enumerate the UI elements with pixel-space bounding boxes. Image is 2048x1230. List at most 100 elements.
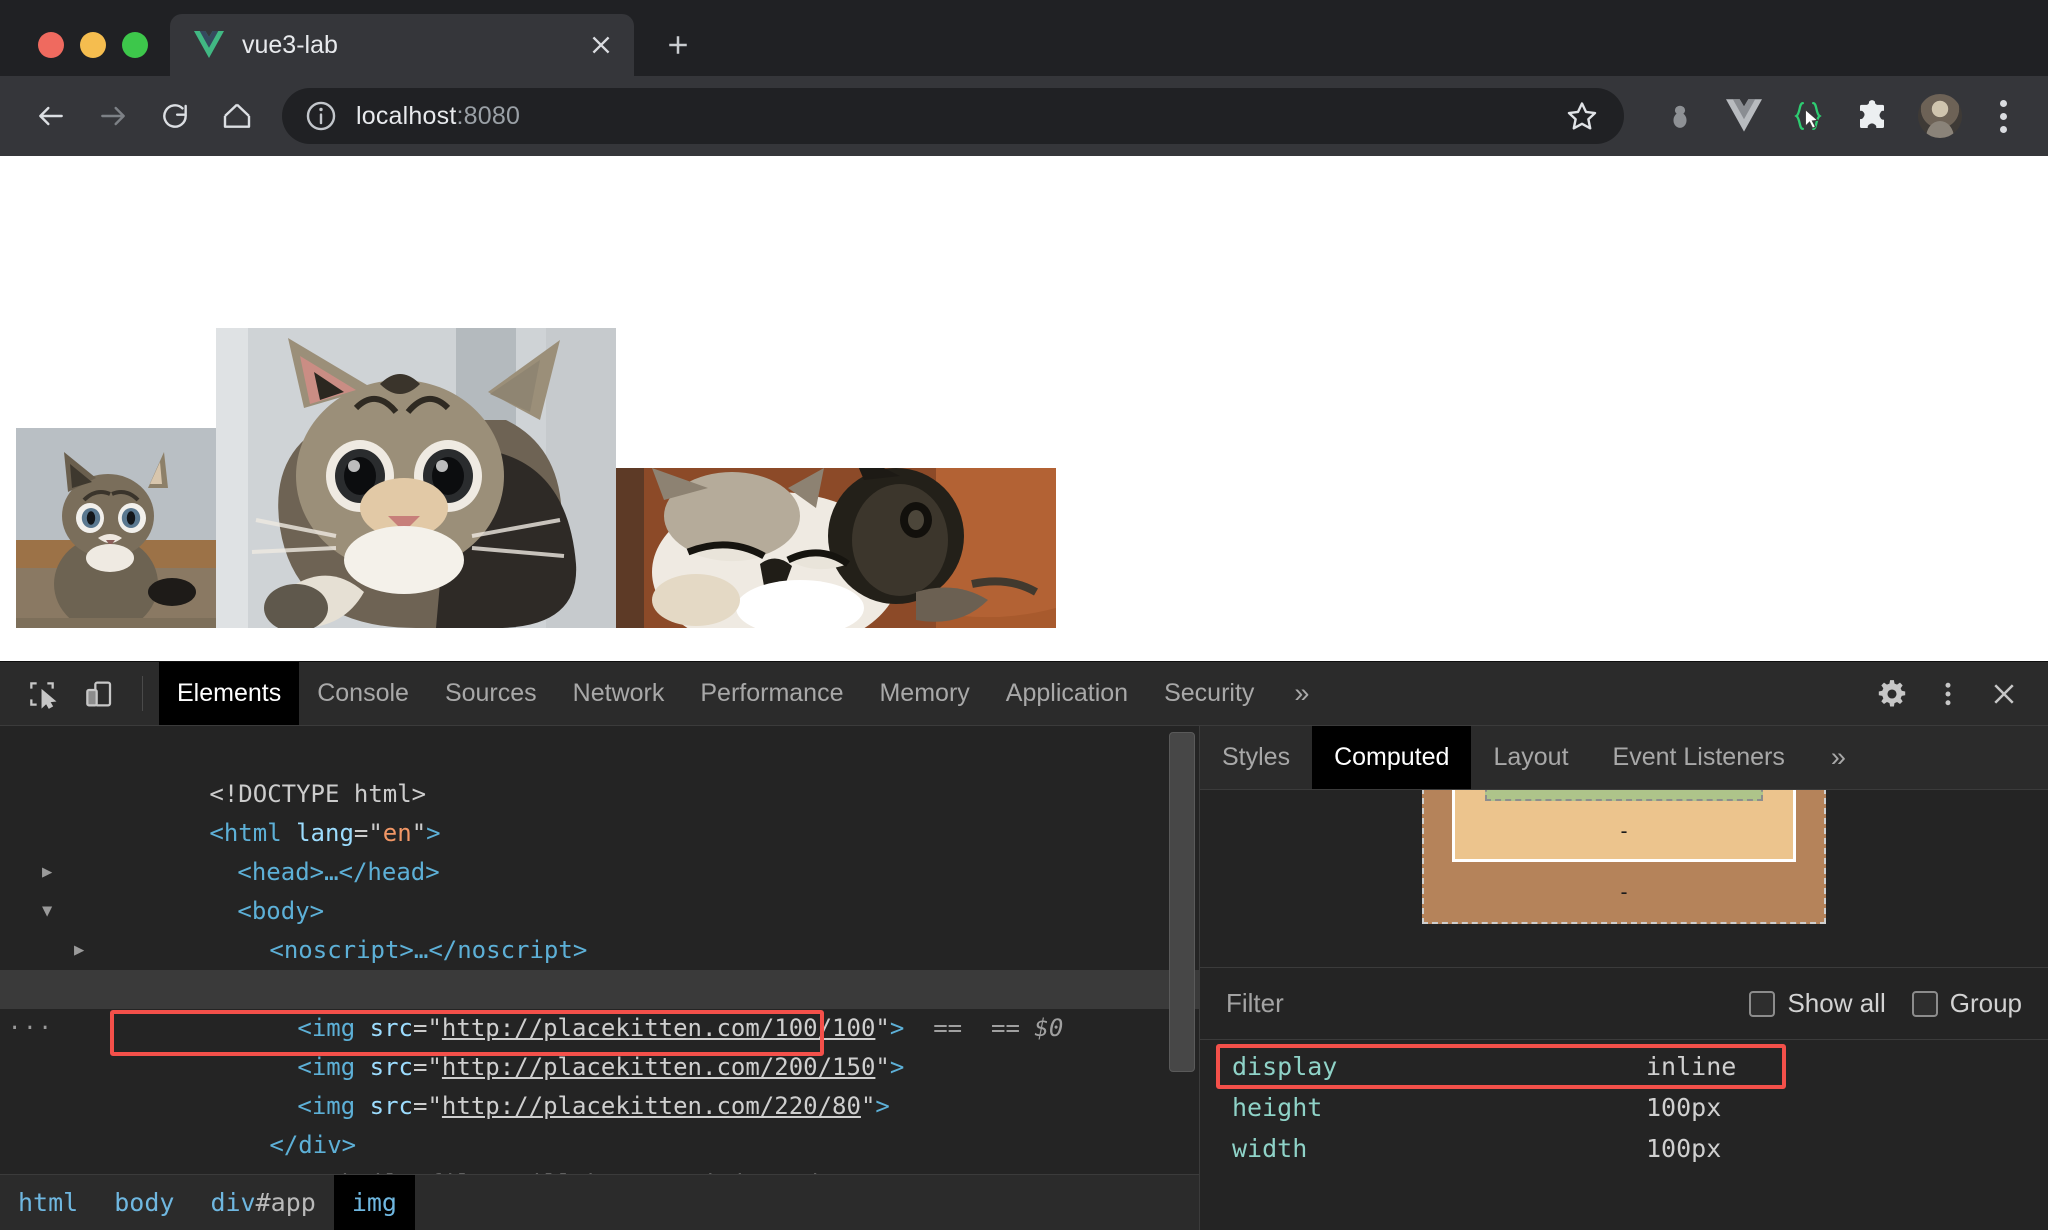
dom-node-comment[interactable]: <!-- built files will be auto injected -…	[0, 1126, 1199, 1174]
bug-icon[interactable]	[1654, 90, 1706, 142]
device-toolbar-icon[interactable]	[70, 662, 126, 725]
reload-button[interactable]	[146, 87, 204, 145]
sidebar-tab-computed-label: Computed	[1334, 743, 1450, 771]
three-dot-menu[interactable]	[1980, 90, 2026, 142]
tab-title: vue3-lab	[242, 30, 338, 59]
tab-strip: vue3-lab	[0, 0, 2048, 76]
close-window-button[interactable]	[38, 32, 64, 58]
tab-memory-label: Memory	[879, 679, 970, 707]
tab-sources-label: Sources	[444, 679, 537, 707]
sidebar-more-tabs-chevron-icon[interactable]: »	[1807, 726, 1870, 789]
computed-property-height[interactable]: height 100px	[1200, 1087, 2048, 1128]
dom-tree-scroll-thumb[interactable]	[1169, 732, 1195, 1072]
devtools-panel: Elements Console Sources Network Perform…	[0, 661, 2048, 1230]
box-model-content[interactable]	[1485, 790, 1763, 801]
computed-property-display[interactable]: display inline	[1200, 1046, 2048, 1087]
breadcrumb-item-div-app[interactable]: div #app	[192, 1175, 333, 1230]
toolbar-divider	[142, 676, 143, 711]
devtools-tab-bar: Elements Console Sources Network Perform…	[0, 662, 2048, 726]
tab-elements[interactable]: Elements	[159, 662, 300, 725]
box-model-margin[interactable]: - -	[1422, 790, 1826, 924]
computed-properties-list[interactable]: display inline height 100px width 100px	[1200, 1040, 2048, 1230]
dom-node-div-close[interactable]: </div>	[0, 1087, 1199, 1159]
tab-performance-label: Performance	[700, 679, 844, 707]
tab-security-label: Security	[1164, 679, 1255, 707]
browser-tab[interactable]: vue3-lab	[170, 14, 634, 76]
more-tabs-chevron-icon[interactable]: »	[1272, 662, 1331, 725]
vue-devtools-icon[interactable]	[1718, 90, 1770, 142]
tab-sources[interactable]: Sources	[427, 662, 555, 725]
gear-icon[interactable]	[1864, 678, 1920, 710]
dom-node-noscript[interactable]: ▶ <noscript>…</noscript>	[0, 892, 1199, 964]
show-all-checkbox[interactable]	[1749, 990, 1776, 1017]
computed-property-display-value: inline	[1646, 1052, 1737, 1081]
breadcrumb-item-img[interactable]: img	[333, 1175, 415, 1230]
sidebar-tab-styles[interactable]: Styles	[1200, 726, 1312, 789]
tab-application[interactable]: Application	[988, 662, 1146, 725]
dom-node-img-3[interactable]: <img src="http://placekitten.com/220/80"…	[0, 1048, 1199, 1120]
dom-tree-scrollbar[interactable]	[1167, 732, 1197, 1170]
forward-button[interactable]	[84, 87, 142, 145]
minimize-window-button[interactable]	[80, 32, 106, 58]
close-icon[interactable]	[584, 28, 618, 62]
devtools-kebab-menu-icon[interactable]	[1920, 679, 1976, 709]
sidebar-tab-layout[interactable]: Layout	[1471, 726, 1590, 789]
box-model: - -	[1422, 790, 1826, 924]
info-circle-icon[interactable]	[304, 99, 338, 133]
tab-console[interactable]: Console	[299, 662, 427, 725]
tab-memory[interactable]: Memory	[861, 662, 987, 725]
show-all-checkbox-group[interactable]: Show all	[1749, 988, 1886, 1019]
dom-node-img-2[interactable]: <img src="http://placekitten.com/200/150…	[0, 1009, 1199, 1081]
box-model-border[interactable]: -	[1452, 790, 1796, 862]
breadcrumb-item-html[interactable]: html	[0, 1175, 96, 1230]
dom-node-head[interactable]: ▶ <head>…</head>	[0, 814, 1199, 886]
puzzle-piece-icon[interactable]	[1846, 90, 1898, 142]
url-text[interactable]: localhost:8080	[356, 102, 1560, 131]
breadcrumb-body-label: body	[114, 1188, 175, 1217]
group-checkbox[interactable]	[1911, 990, 1938, 1017]
home-button[interactable]	[208, 87, 266, 145]
page-viewport	[0, 156, 2048, 661]
tab-security[interactable]: Security	[1146, 662, 1272, 725]
devtools-right-tools	[1831, 662, 2048, 725]
dom-tree[interactable]: <!DOCTYPE html> <html lang="en"> ▶ <head>…	[0, 726, 1199, 1174]
close-devtools-icon[interactable]	[1976, 679, 2032, 709]
url-host: localhost	[356, 101, 457, 130]
dom-node-html[interactable]: <html lang="en">	[0, 775, 1199, 847]
tab-elements-label: Elements	[177, 679, 282, 707]
kitten-image-3[interactable]	[616, 468, 1056, 628]
tab-network[interactable]: Network	[555, 662, 683, 725]
dom-node-img-selected[interactable]: ··· <img src="http://placekitten.com/100/…	[0, 970, 1199, 1042]
maximize-window-button[interactable]	[122, 32, 148, 58]
sidebar-tab-event-listeners[interactable]: Event Listeners	[1591, 726, 1807, 789]
tab-application-label: Application	[1005, 679, 1129, 707]
browser-window: vue3-lab localhost:8080 Elements Console…	[0, 0, 2048, 1230]
inspect-element-icon[interactable]	[14, 662, 70, 725]
sidebar-tab-layout-label: Layout	[1493, 743, 1569, 771]
address-bar[interactable]: localhost:8080	[282, 88, 1624, 144]
url-port: :8080	[456, 101, 521, 130]
show-all-label: Show all	[1787, 988, 1886, 1018]
sidebar-tab-computed[interactable]: Computed	[1312, 726, 1472, 789]
dom-node-body[interactable]: ▼ <body>	[0, 853, 1199, 925]
computed-property-height-name: height	[1232, 1093, 1323, 1122]
star-icon[interactable]	[1560, 94, 1604, 138]
tab-performance[interactable]: Performance	[682, 662, 861, 725]
avatar[interactable]	[1918, 94, 1962, 138]
computed-property-width[interactable]: width 100px	[1200, 1128, 2048, 1169]
new-tab-button[interactable]	[652, 19, 704, 71]
back-button[interactable]	[22, 87, 80, 145]
breadcrumb-item-body[interactable]: body	[96, 1175, 192, 1230]
computed-property-width-value: 100px	[1646, 1134, 1722, 1163]
dom-node-div-app[interactable]: ▼<div id="app" data-v-app>	[0, 931, 1199, 1003]
kitten-image-2[interactable]	[216, 328, 616, 628]
json-cursor-icon[interactable]	[1782, 90, 1834, 142]
dom-node-script[interactable]: <script type="text/javascript" src="/js/…	[0, 1165, 1199, 1174]
dom-node-doctype[interactable]: <!DOCTYPE html>	[0, 736, 1199, 808]
styles-sidebar-pane: Styles Computed Layout Event Listeners »…	[1200, 726, 2048, 1230]
group-checkbox-group[interactable]: Group	[1911, 988, 2022, 1019]
filter-input[interactable]: Filter	[1226, 988, 1284, 1019]
computed-property-height-value: 100px	[1646, 1093, 1722, 1122]
kitten-image-1[interactable]	[16, 428, 216, 628]
breadcrumb-img-label: img	[351, 1188, 397, 1217]
